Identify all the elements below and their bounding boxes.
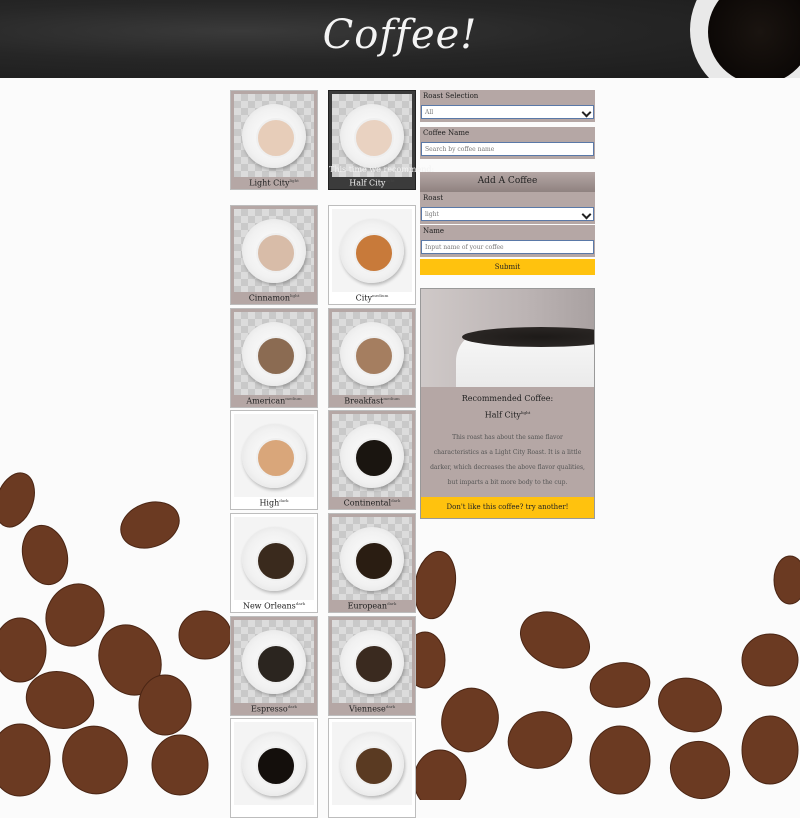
coffee-cup-thumbnail	[332, 414, 412, 497]
coffee-roast: light	[290, 293, 300, 299]
coffee-name-label: Coffee Name	[423, 129, 470, 137]
coffee-card-label: Espressodark	[231, 704, 317, 714]
coffee-name: Continental	[343, 499, 392, 508]
coffee-card-label: Viennesedark	[329, 704, 415, 714]
coffee-cup-thumbnail	[234, 94, 314, 177]
coffee-name-group: Coffee Name Search by coffee name	[420, 127, 595, 159]
coffee-roast: light	[385, 178, 395, 184]
coffee-card[interactable]	[328, 718, 416, 818]
coffee-cup-thumbnail	[234, 722, 314, 805]
coffee-card[interactable]: Highdark	[230, 410, 318, 510]
coffee-name: Viennese	[348, 705, 386, 714]
roast-selection-label: Roast Selection	[423, 92, 479, 100]
add-name-label: Name	[423, 227, 445, 235]
coffee-card[interactable]: Breakfastmedium	[328, 308, 416, 408]
coffee-cup-thumbnail	[234, 517, 314, 600]
coffee-cup-thumbnail	[332, 209, 412, 292]
coffee-roast: light	[289, 178, 299, 184]
coffee-roast: medium	[383, 396, 400, 402]
add-roast-label: Roast	[423, 194, 444, 202]
coffee-roast: dark	[385, 704, 396, 710]
coffee-card-label: Breakfastmedium	[329, 396, 415, 406]
coffee-name: Espresso	[251, 705, 288, 714]
coffee-name: City	[355, 294, 373, 303]
recommend-note: This time we recommend:	[329, 165, 435, 175]
coffee-name: American	[246, 397, 286, 406]
coffee-roast: dark	[295, 601, 306, 607]
coffee-roast: dark	[387, 601, 397, 607]
coffee-name: Half City	[349, 179, 386, 188]
coffee-cup-thumbnail	[234, 620, 314, 703]
coffee-card-label: Continentaldark	[329, 498, 415, 508]
coffee-card[interactable]: New Orleansdark	[230, 513, 318, 613]
coffee-roast: medium	[372, 293, 389, 299]
coffee-card[interactable]: Continentaldark	[328, 410, 416, 510]
recommended-title: Recommended Coffee:	[461, 394, 554, 403]
coffee-card-label: This time we recommend: Half Citylight	[329, 164, 435, 189]
page-title: Coffee!	[322, 12, 478, 58]
coffee-card[interactable]	[230, 718, 318, 818]
coffee-card-label: Highdark	[231, 498, 317, 508]
coffee-card[interactable]: Light Citylight	[230, 90, 318, 190]
recommended-name: Half Citylight	[484, 410, 531, 420]
coffee-card[interactable]: This time we recommend: Half Citylight	[328, 90, 435, 190]
coffee-name: High	[259, 499, 280, 508]
coffee-name: Cinnamon	[248, 294, 290, 303]
recommended-roast: light	[520, 410, 531, 415]
coffee-cup-thumbnail	[332, 722, 412, 805]
add-name-input[interactable]: Input name of your coffee	[421, 240, 594, 254]
coffee-name: New Orleans	[242, 602, 296, 611]
coffee-card-label: Light Citylight	[231, 178, 317, 188]
add-roast-select[interactable]: light	[421, 207, 594, 221]
coffee-card-label: New Orleansdark	[231, 601, 317, 611]
coffee-card[interactable]: Americanmedium	[230, 308, 318, 408]
coffee-name: European	[347, 602, 388, 611]
coffee-card[interactable]: Citymedium	[328, 205, 416, 305]
coffee-cup-thumbnail	[332, 517, 412, 600]
coffee-cup-thumbnail	[332, 620, 412, 703]
coffee-name: Light City	[249, 179, 290, 188]
coffee-cup-thumbnail	[234, 312, 314, 395]
roast-selection-group: Roast Selection All	[420, 90, 595, 122]
recommended-coffee-card: Recommended Coffee: Half Citylight This …	[420, 288, 595, 519]
recommended-description: This roast has about the same flavor cha…	[430, 434, 585, 486]
coffee-cup-thumbnail	[332, 312, 412, 395]
recommended-coffee-image	[421, 289, 594, 387]
try-another-button[interactable]: Don't like this coffee? try another!	[421, 497, 594, 518]
header-banner: Coffee!	[0, 0, 800, 78]
coffee-roast: dark	[391, 498, 401, 504]
add-coffee-heading: Add A Coffee	[420, 172, 595, 192]
coffee-roast: dark	[287, 704, 297, 710]
coffee-roast: medium	[285, 396, 302, 402]
add-roast-group: Roast light	[420, 192, 595, 224]
roast-selection-select[interactable]: All	[421, 105, 594, 119]
coffee-roast: dark	[279, 498, 289, 504]
add-name-group: Name Input name of your coffee	[420, 225, 595, 257]
coffee-card-label: Americanmedium	[231, 396, 317, 406]
coffee-card[interactable]: Espressodark	[230, 616, 318, 716]
submit-button[interactable]: Submit	[420, 259, 595, 275]
coffee-card-label: Cinnamonlight	[231, 293, 317, 303]
coffee-cup-thumbnail	[234, 414, 314, 497]
coffee-card[interactable]: Europeandark	[328, 513, 416, 613]
coffee-name-search-input[interactable]: Search by coffee name	[421, 142, 594, 156]
coffee-card[interactable]: Viennesedark	[328, 616, 416, 716]
coffee-card[interactable]: Cinnamonlight	[230, 205, 318, 305]
coffee-name: Breakfast	[344, 397, 384, 406]
coffee-card-label: Citymedium	[329, 293, 415, 303]
coffee-cup-thumbnail	[234, 209, 314, 292]
coffee-card-label: Europeandark	[329, 601, 415, 611]
